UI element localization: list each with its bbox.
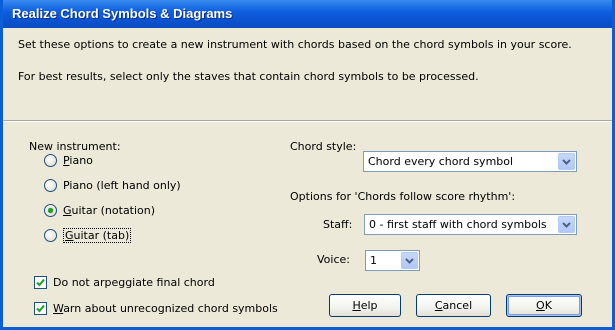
- checkbox-warn-unrecognized-label: Warn about unrecognized chord symbols: [53, 301, 278, 315]
- radio-piano-circle[interactable]: [44, 153, 57, 167]
- chevron-down-icon[interactable]: [401, 252, 418, 269]
- radio-guitar-notation-label: Guitar (notation): [63, 203, 156, 217]
- description-line-1: Set these options to create a new instru…: [18, 38, 572, 51]
- radio-guitar-tab[interactable]: Guitar (tab): [44, 227, 132, 243]
- check-mark-icon: [36, 304, 45, 312]
- staff-select[interactable]: 0 - first staff with chord symbols: [364, 214, 577, 235]
- chord-style-select[interactable]: Chord every chord symbol: [363, 151, 577, 172]
- radio-piano-left-hand-circle[interactable]: [44, 178, 57, 192]
- ok-button[interactable]: OK: [506, 294, 582, 317]
- checkbox-warn-unrecognized[interactable]: Warn about unrecognized chord symbols: [34, 300, 278, 316]
- check-mark-icon: [36, 278, 45, 286]
- dialog-title: Realize Chord Symbols & Diagrams: [12, 6, 233, 21]
- chevron-down-icon[interactable]: [558, 216, 575, 233]
- radio-guitar-tab-label: Guitar (tab): [63, 227, 132, 243]
- chevron-down-icon[interactable]: [558, 153, 575, 170]
- voice-value: 1: [370, 254, 377, 267]
- cancel-button[interactable]: Cancel: [416, 294, 491, 317]
- voice-select[interactable]: 1: [365, 250, 420, 271]
- chord-style-value: Chord every chord symbol: [368, 155, 514, 168]
- radio-guitar-notation[interactable]: Guitar (notation): [44, 202, 155, 218]
- chord-style-label: Chord style:: [290, 140, 357, 153]
- checkbox-no-arpeggiate-label: Do not arpeggiate final chord: [53, 275, 215, 289]
- title-bar[interactable]: Realize Chord Symbols & Diagrams: [3, 0, 612, 28]
- description-line-2: For best results, select only the staves…: [18, 70, 479, 83]
- checkbox-no-arpeggiate[interactable]: Do not arpeggiate final chord: [34, 274, 215, 290]
- checkbox-warn-unrecognized-box[interactable]: [34, 301, 47, 315]
- staff-label: Staff:: [323, 218, 353, 231]
- radio-guitar-notation-circle[interactable]: [44, 203, 57, 217]
- radio-piano-left-hand[interactable]: Piano (left hand only): [44, 177, 181, 193]
- voice-label: Voice:: [317, 253, 350, 266]
- staff-value: 0 - first staff with chord symbols: [369, 218, 547, 231]
- radio-guitar-tab-circle[interactable]: [44, 228, 57, 242]
- checkbox-no-arpeggiate-box[interactable]: [34, 275, 47, 289]
- radio-piano[interactable]: Piano: [44, 152, 93, 168]
- rhythm-options-label: Options for 'Chords follow score rhythm'…: [290, 190, 516, 203]
- radio-piano-label: Piano: [63, 153, 93, 167]
- radio-piano-left-hand-label: Piano (left hand only): [63, 178, 181, 192]
- dialog-window: Realize Chord Symbols & Diagrams Set the…: [0, 0, 615, 330]
- help-button[interactable]: Help: [329, 294, 401, 317]
- separator: [3, 120, 612, 122]
